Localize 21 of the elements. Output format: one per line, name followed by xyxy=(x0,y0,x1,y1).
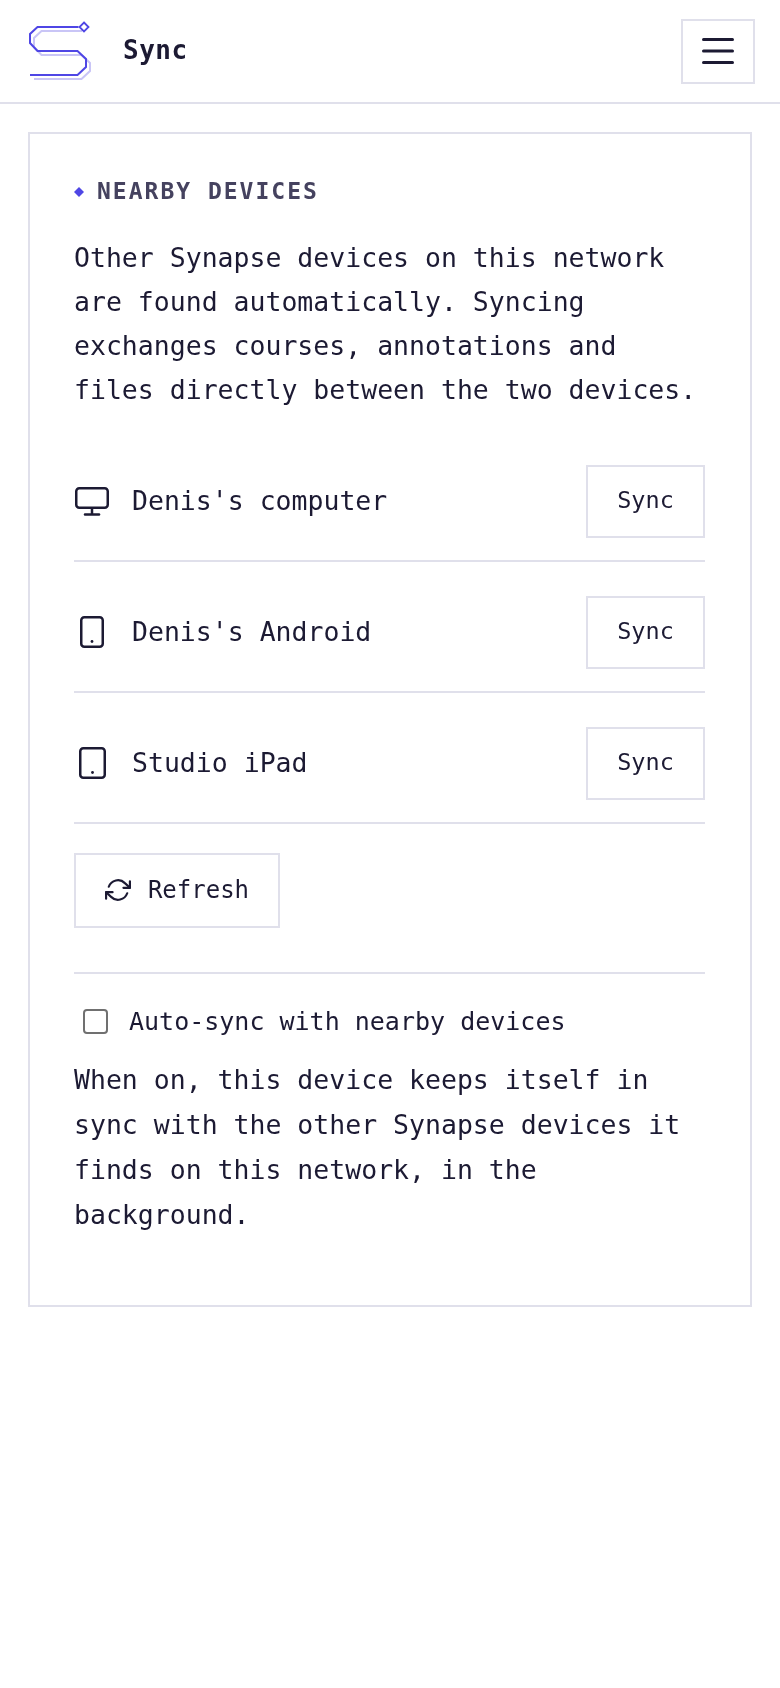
section-description: Other Synapse devices on this network are found automatically. Syncing exchanges courses, annotations and files directly between the two devices. xyxy=(74,240,698,407)
logo-icon xyxy=(29,21,91,81)
section-title: NEARBY DEVICES xyxy=(97,178,319,206)
sync-button[interactable]: Sync xyxy=(586,726,705,800)
auto-sync-checkbox[interactable] xyxy=(83,1008,108,1034)
device-name: Studio iPad xyxy=(132,745,309,780)
auto-sync-label: Auto-sync with nearby devices xyxy=(129,1005,566,1038)
monitor-icon xyxy=(75,486,109,516)
refresh-icon xyxy=(104,877,131,904)
device-name: Denis's computer xyxy=(132,483,389,518)
page-title: Sync xyxy=(123,35,188,67)
diamond-icon xyxy=(74,186,84,197)
refresh-button[interactable]: Refresh xyxy=(74,852,280,928)
device-name: Denis's Android xyxy=(132,614,373,649)
sync-button[interactable]: Sync xyxy=(586,464,705,538)
tablet-icon xyxy=(78,747,106,780)
menu-button[interactable] xyxy=(681,18,755,84)
sync-button[interactable]: Sync xyxy=(586,595,705,669)
menu-icon xyxy=(702,38,734,64)
phone-icon xyxy=(80,616,104,649)
auto-sync-description: When on, this device keeps itself in sync with the other Synapse devices it finds on this network, in the background. xyxy=(74,1062,682,1232)
